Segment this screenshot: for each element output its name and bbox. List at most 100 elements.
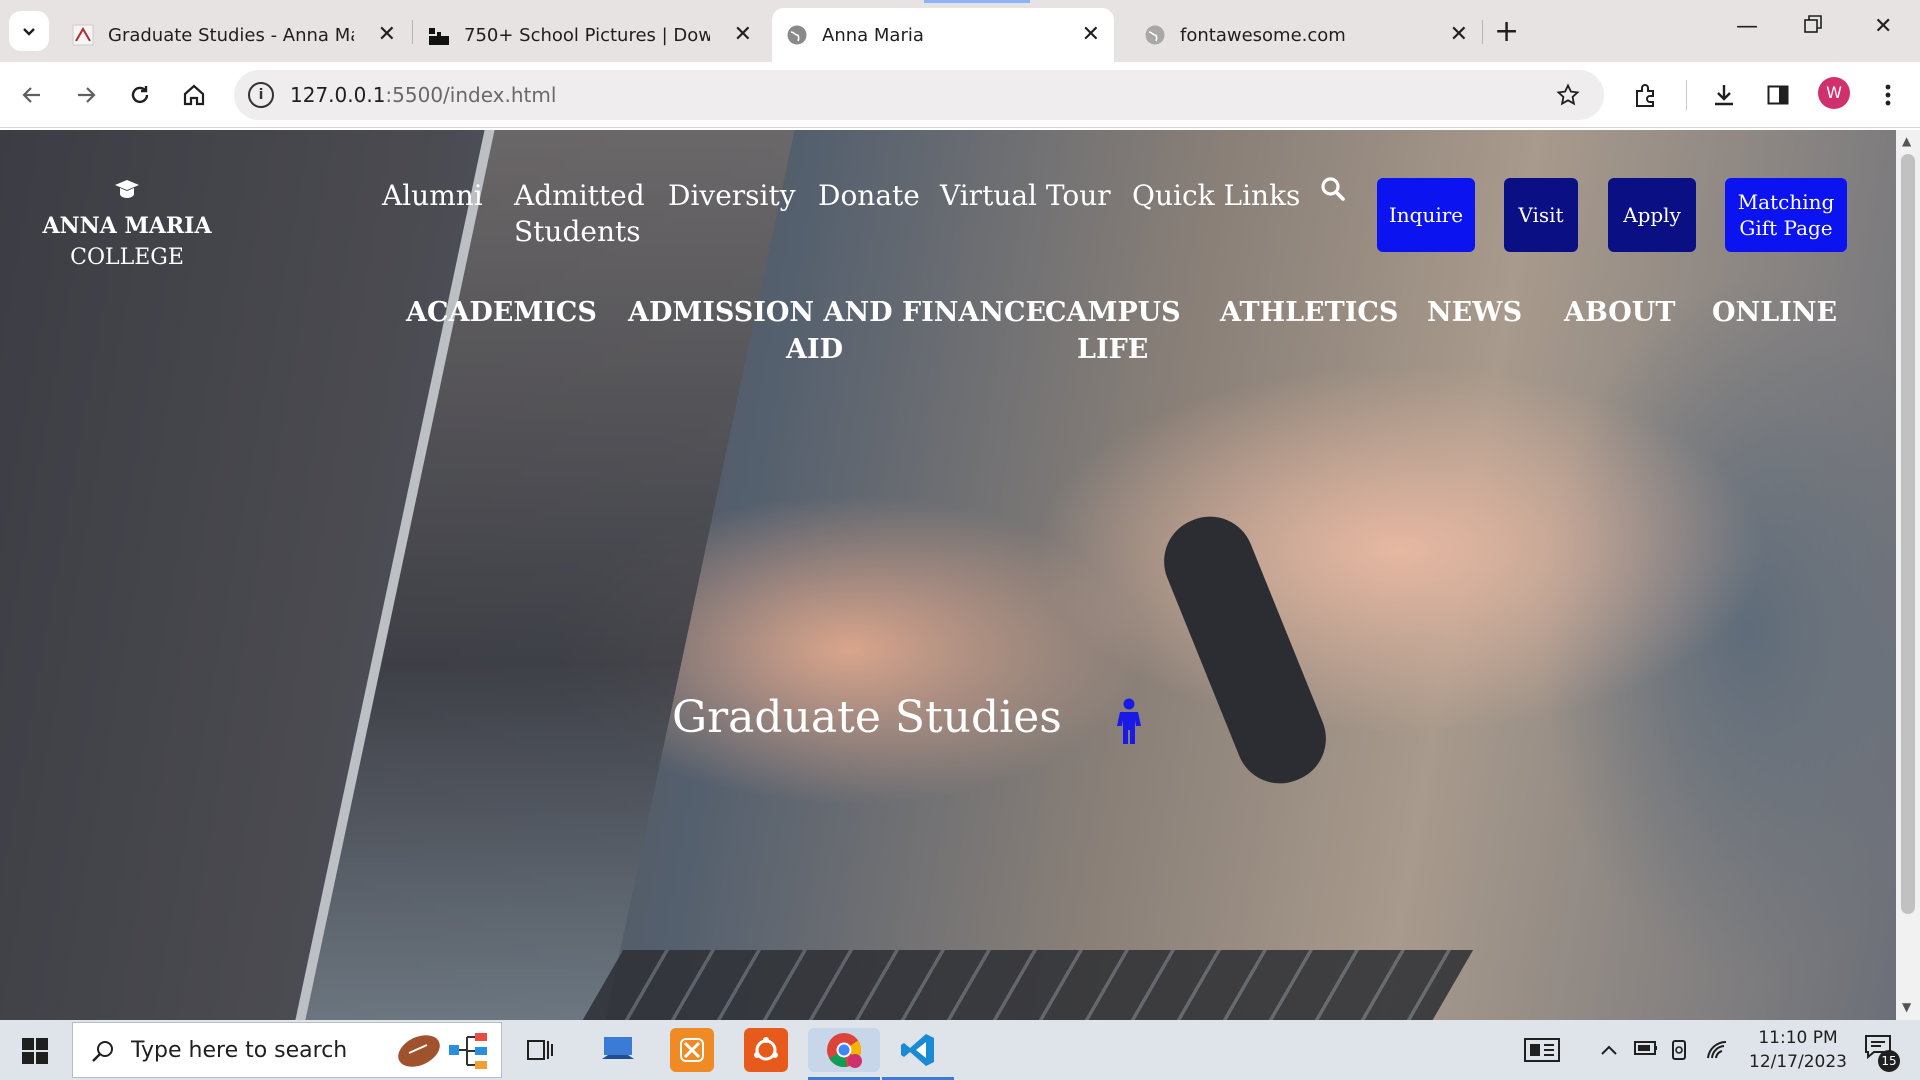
chrome-app-icon[interactable] <box>808 1028 880 1080</box>
search-icon <box>92 1041 113 1062</box>
nav-alumni[interactable]: Alumni <box>382 178 483 214</box>
nav-admitted[interactable]: Admitted <box>514 178 645 214</box>
news-widget-icon[interactable] <box>1524 1038 1560 1067</box>
battery-icon[interactable] <box>1634 1040 1658 1061</box>
nav-campus-life-line-2[interactable]: LIFE <box>1077 331 1148 368</box>
tab-anna-maria[interactable]: Anna Maria ✕ <box>772 8 1114 62</box>
clock-time: 11:10 PM <box>1758 1028 1838 1048</box>
side-panel-icon[interactable] <box>1762 79 1794 111</box>
amc-favicon-icon <box>72 24 94 46</box>
tab-title: fontawesome.com <box>1180 24 1346 46</box>
close-icon[interactable]: ✕ <box>378 24 396 46</box>
system-clock[interactable]: 11:10 PM 12/17/2023 <box>1738 1026 1858 1074</box>
new-tab-plus-icon[interactable]: + <box>1494 14 1519 49</box>
pc-app-icon[interactable] <box>596 1028 640 1072</box>
clock-date: 12/17/2023 <box>1749 1052 1847 1072</box>
taskbar-search-placeholder: Type here to search <box>131 1037 348 1063</box>
tab-school-pictures[interactable]: 750+ School Pictures | Downloa ✕ <box>414 8 766 62</box>
restore-icon[interactable] <box>1804 14 1822 39</box>
site-info-icon[interactable]: i <box>248 82 274 108</box>
hero-background-image <box>0 130 1896 1020</box>
matching-gift-line-2: Gift Page <box>1739 216 1833 240</box>
nav-admission-finance-aid[interactable]: ADMISSION AND FINANCE <box>628 294 1046 331</box>
nav-diversity[interactable]: Diversity <box>668 178 796 214</box>
vscode-app-icon[interactable] <box>882 1028 954 1080</box>
search-icon[interactable] <box>1320 176 1346 206</box>
profile-avatar[interactable]: W <box>1818 77 1850 109</box>
kebab-menu-icon[interactable] <box>1872 79 1904 111</box>
tab-divider <box>1482 20 1483 44</box>
nav-online[interactable]: ONLINE <box>1712 294 1837 331</box>
school-favicon-icon <box>428 24 450 46</box>
tab-divider <box>412 20 413 44</box>
graduation-cap-icon <box>42 178 212 207</box>
close-icon[interactable]: ✕ <box>734 24 752 46</box>
nav-about[interactable]: ABOUT <box>1564 294 1675 331</box>
nav-campus-life[interactable]: CAMPUS <box>1045 294 1181 331</box>
nav-quick-links[interactable]: Quick Links <box>1132 178 1300 214</box>
chevron-up-icon[interactable] <box>1600 1040 1618 1061</box>
tab-title: Graduate Studies - Anna Maria <box>108 24 354 46</box>
taskbar-search-box[interactable]: Type here to search <box>72 1022 502 1078</box>
apply-button[interactable]: Apply <box>1608 178 1696 252</box>
tab-title: Anna Maria <box>822 24 924 46</box>
app-orange-icon[interactable] <box>670 1028 714 1072</box>
nav-news[interactable]: NEWS <box>1427 294 1522 331</box>
nav-admitted-students[interactable]: Students <box>514 214 641 250</box>
hero-title: Graduate Studies <box>672 692 1062 743</box>
window-close-icon[interactable]: ✕ <box>1874 14 1892 39</box>
inquire-button[interactable]: Inquire <box>1377 178 1475 252</box>
page-scrollbar[interactable]: ▲ ▼ <box>1896 130 1920 1020</box>
accessibility-person-icon[interactable] <box>1114 698 1144 750</box>
extensions-puzzle-icon[interactable] <box>1630 79 1662 111</box>
close-icon[interactable]: ✕ <box>1450 24 1468 46</box>
reload-icon[interactable] <box>124 79 156 111</box>
active-tab-indicator <box>924 0 1030 3</box>
notification-count-badge: 15 <box>1878 1050 1900 1072</box>
nav-virtual-tour[interactable]: Virtual Tour <box>940 178 1111 214</box>
forward-arrow-icon[interactable] <box>70 79 102 111</box>
chevron-down-icon <box>23 28 35 36</box>
notification-center-icon[interactable]: 15 <box>1864 1034 1900 1072</box>
scroll-up-arrow-icon[interactable]: ▲ <box>1902 134 1911 148</box>
app-ubuntu-icon[interactable] <box>744 1028 788 1072</box>
hero-keyboard-shape <box>576 950 1474 1020</box>
browser-toolbar: i 127.0.0.1:5500/index.html W <box>0 62 1920 128</box>
college-logo[interactable]: ANNA MARIA COLLEGE <box>42 178 212 270</box>
globe-icon <box>1144 24 1166 46</box>
windows-start-icon[interactable] <box>22 1038 48 1068</box>
network-diagram-icon <box>449 1033 487 1069</box>
home-icon[interactable] <box>178 79 210 111</box>
matching-gift-line-1: Matching <box>1737 190 1835 214</box>
minimize-icon[interactable]: — <box>1736 14 1758 39</box>
nav-academics[interactable]: ACADEMICS <box>406 294 597 331</box>
url-text: 127.0.0.1:5500/index.html <box>290 83 556 107</box>
scroll-down-arrow-icon[interactable]: ▼ <box>1902 1000 1911 1014</box>
scrollbar-thumb[interactable] <box>1901 154 1915 914</box>
football-icon <box>398 1035 440 1067</box>
device-icon[interactable] <box>1670 1040 1688 1065</box>
tab-search-button[interactable] <box>9 11 49 51</box>
visit-button[interactable]: Visit <box>1504 178 1578 252</box>
url-path: :5500/index.html <box>385 83 557 107</box>
globe-icon <box>786 24 808 46</box>
download-icon[interactable] <box>1708 79 1740 111</box>
bookmark-star-icon[interactable] <box>1552 79 1584 111</box>
address-bar[interactable]: i 127.0.0.1:5500/index.html <box>234 70 1604 120</box>
nav-admission-finance-aid-line-2[interactable]: AID <box>786 331 843 368</box>
logo-line-2: COLLEGE <box>70 245 184 270</box>
page-viewport: ANNA MARIA COLLEGE Alumni Admitted Stude… <box>0 130 1896 1020</box>
logo-line-1: ANNA MARIA <box>42 213 212 239</box>
url-host: 127.0.0.1 <box>290 83 386 107</box>
nav-donate[interactable]: Donate <box>818 178 920 214</box>
close-icon[interactable]: ✕ <box>1082 24 1100 46</box>
windows-taskbar: Type here to search 11:10 PM 12/17/2023 <box>0 1020 1920 1080</box>
back-arrow-icon[interactable] <box>16 79 48 111</box>
browser-tab-strip: Graduate Studies - Anna Maria ✕ 750+ Sch… <box>0 0 1920 62</box>
nav-athletics[interactable]: ATHLETICS <box>1220 294 1398 331</box>
matching-gift-button[interactable]: Matching Gift Page <box>1725 178 1847 252</box>
task-view-icon[interactable] <box>518 1028 562 1072</box>
tab-fontawesome[interactable]: fontawesome.com ✕ <box>1130 8 1482 62</box>
wifi-icon[interactable] <box>1706 1040 1728 1065</box>
tab-graduate-studies[interactable]: Graduate Studies - Anna Maria ✕ <box>58 8 410 62</box>
